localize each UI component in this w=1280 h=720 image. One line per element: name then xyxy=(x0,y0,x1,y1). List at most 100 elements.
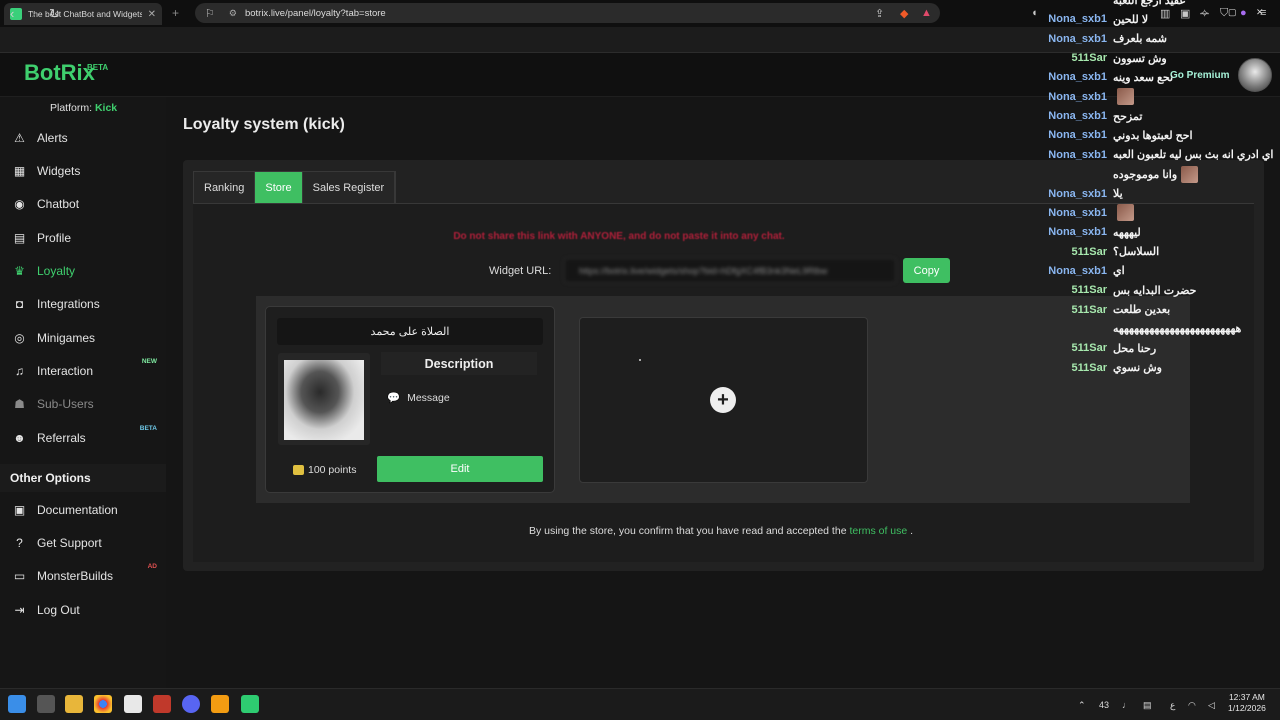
user-avatar[interactable] xyxy=(1238,58,1272,92)
add-item-icon[interactable]: + xyxy=(710,387,736,413)
sidebar-item-profile[interactable]: ▤ Profile xyxy=(0,223,166,253)
brave-shield-icon[interactable]: ◆ xyxy=(900,7,908,20)
new-tab-button[interactable]: + xyxy=(172,6,179,20)
botrix-logo[interactable]: BotRix xyxy=(24,60,95,86)
maximize-icon[interactable]: ▢ xyxy=(1228,7,1237,18)
sidebar-toggle-icon[interactable]: ▥ xyxy=(1160,7,1170,20)
sidebar-item-get-support[interactable]: ? Get Support xyxy=(0,528,166,558)
brave-icon[interactable] xyxy=(211,695,229,713)
system-clock[interactable]: 12:37 AM 1/12/2026 xyxy=(1228,692,1266,714)
reload-icon[interactable]: ↻ xyxy=(49,6,60,22)
chat-username[interactable]: Nona_sxb1 xyxy=(1045,207,1107,219)
language-indicator[interactable]: ع xyxy=(1170,700,1175,711)
chat-text: اي xyxy=(1113,265,1125,278)
store-item-title: الصلاة على محمد xyxy=(277,318,543,345)
file-explorer-icon[interactable] xyxy=(65,695,83,713)
chat-message: Nona_sxb1 ليهههه xyxy=(1045,224,1140,240)
close-window-icon[interactable]: ✕ xyxy=(1256,7,1264,18)
notepad-icon[interactable] xyxy=(124,695,142,713)
sidebar-item-integrations[interactable]: ◘ Integrations xyxy=(0,289,166,319)
kick-icon[interactable] xyxy=(241,695,259,713)
extension-icon[interactable]: ● xyxy=(1240,7,1247,19)
brave-rewards-icon[interactable]: ▲ xyxy=(921,7,932,19)
volume-icon[interactable]: ◁ xyxy=(1208,700,1215,711)
bookmark-icon[interactable]: ⚐ xyxy=(205,7,215,20)
tab-store[interactable]: Store xyxy=(255,172,303,204)
chat-username[interactable]: Nona_sxb1 xyxy=(1045,226,1107,238)
go-premium-link[interactable]: Go Premium xyxy=(1170,70,1229,81)
platform-label: Platform: xyxy=(50,102,93,114)
sidebar-item-monsterbuilds[interactable]: ▭ MonsterBuilds AD xyxy=(0,561,166,591)
sidebar-item-loyalty[interactable]: ♛ Loyalty xyxy=(0,256,166,286)
tab-sales-register[interactable]: Sales Register xyxy=(302,172,396,204)
chat-username[interactable]: 511Sar xyxy=(1045,284,1107,296)
sidebar-item-documentation[interactable]: ▣ Documentation xyxy=(0,495,166,525)
audio-icon[interactable]: ◖ xyxy=(1031,7,1038,19)
chat-username[interactable]: Nona_sxb1 xyxy=(1045,265,1107,277)
sidebar-item-label: MonsterBuilds xyxy=(37,569,114,583)
chat-username[interactable]: Nona_sxb1 xyxy=(1045,91,1107,103)
minimize-icon[interactable]: — xyxy=(1200,8,1209,18)
sidebar-item-referrals[interactable]: ☻ Referrals BETA xyxy=(0,423,166,453)
chat-username[interactable]: 511Sar xyxy=(1045,304,1107,316)
app-icon[interactable] xyxy=(153,695,171,713)
sidebar-item-log-out[interactable]: ⇥ Log Out xyxy=(0,595,166,625)
chat-text: شمه بلعرف xyxy=(1113,33,1168,46)
people-icon: ☻ xyxy=(13,431,26,445)
forward-icon[interactable]: › xyxy=(31,6,35,21)
chat-username[interactable]: Nona_sxb1 xyxy=(1045,13,1107,25)
sidebar-item-sub-users[interactable]: ☗ Sub-Users xyxy=(0,389,166,419)
browser-tab[interactable]: The best ChatBot and Widgets f ✕ xyxy=(4,3,162,25)
url-bar[interactable]: ⚐ ⚙ botrix.live/panel/loyalty?tab=store xyxy=(195,3,940,23)
users-icon: ☗ xyxy=(14,397,25,411)
discord-icon[interactable] xyxy=(182,695,200,713)
chat-message: 511Sar وش تسوون xyxy=(1045,50,1167,66)
edit-button[interactable]: Edit xyxy=(377,456,543,482)
sidebar-item-chatbot[interactable]: ◉ Chatbot xyxy=(0,189,166,219)
sidebar-item-widgets[interactable]: ▦ Widgets xyxy=(0,156,166,186)
keyboard-icon[interactable]: ▤ xyxy=(1143,700,1152,711)
url-text[interactable]: botrix.live/panel/loyalty?tab=store xyxy=(245,8,386,19)
site-info-icon[interactable]: ⚙ xyxy=(229,8,237,19)
sidebar-item-minigames[interactable]: ◎ Minigames xyxy=(0,323,166,353)
chat-username[interactable]: 511Sar xyxy=(1045,362,1107,374)
tab-close-icon[interactable]: ✕ xyxy=(148,9,156,20)
chat-username[interactable]: Nona_sxb1 xyxy=(1045,33,1107,45)
chat-message: 511Sar السلاسل؟ xyxy=(1045,244,1160,260)
sidebar-item-label: Chatbot xyxy=(37,197,80,211)
sidebar-item-label: Minigames xyxy=(37,331,96,345)
chat-username[interactable]: 511Sar xyxy=(1045,52,1107,64)
points-cost: 100 points xyxy=(293,464,356,476)
start-icon[interactable] xyxy=(8,695,26,713)
new-badge: NEW xyxy=(141,358,157,365)
vpn-icon[interactable]: ⛉ xyxy=(1220,7,1228,20)
wifi-icon[interactable]: ◠ xyxy=(1188,700,1196,711)
chrome-icon[interactable] xyxy=(94,695,112,713)
sidebar-item-alerts[interactable]: ⚠ Alerts xyxy=(0,123,166,153)
id-card-icon: ▤ xyxy=(13,231,26,245)
tray-count[interactable]: 43 xyxy=(1099,700,1109,710)
tray-expand-icon[interactable]: ⌃ xyxy=(1078,700,1086,711)
clock-time: 12:37 AM xyxy=(1228,692,1265,702)
chat-username[interactable]: Nona_sxb1 xyxy=(1045,188,1107,200)
terms-of-use-link[interactable]: terms of use xyxy=(849,525,907,537)
chat-message: Nona_sxb1 تمزحح xyxy=(1045,108,1142,124)
widget-url-field[interactable]: https://botrix.live/widgets/shop?bid=hDf… xyxy=(564,258,896,283)
tab-ranking[interactable]: Ranking xyxy=(194,172,256,204)
warning-icon: ⚠ xyxy=(14,131,25,145)
chat-text: احح لعبتوها بدوني xyxy=(1113,129,1193,142)
task-view-icon[interactable] xyxy=(37,695,55,713)
chat-username[interactable]: Nona_sxb1 xyxy=(1045,149,1107,161)
chat-username[interactable]: Nona_sxb1 xyxy=(1045,71,1107,83)
sidebar-item-interaction[interactable]: ♫ Interaction NEW xyxy=(0,356,166,386)
chat-username[interactable]: 511Sar xyxy=(1045,246,1107,258)
back-icon[interactable]: ‹ xyxy=(10,6,14,21)
copy-button[interactable]: Copy xyxy=(903,258,950,283)
sidebar-item-label: Alerts xyxy=(37,131,68,145)
wallet-icon[interactable]: ▣ xyxy=(1180,7,1190,20)
microphone-icon[interactable]: ♩ xyxy=(1122,700,1131,710)
share-icon[interactable]: ⇪ xyxy=(875,7,884,20)
chat-username[interactable]: Nona_sxb1 xyxy=(1045,110,1107,122)
chat-username[interactable]: Nona_sxb1 xyxy=(1045,129,1107,141)
chat-username[interactable]: 511Sar xyxy=(1045,342,1107,354)
